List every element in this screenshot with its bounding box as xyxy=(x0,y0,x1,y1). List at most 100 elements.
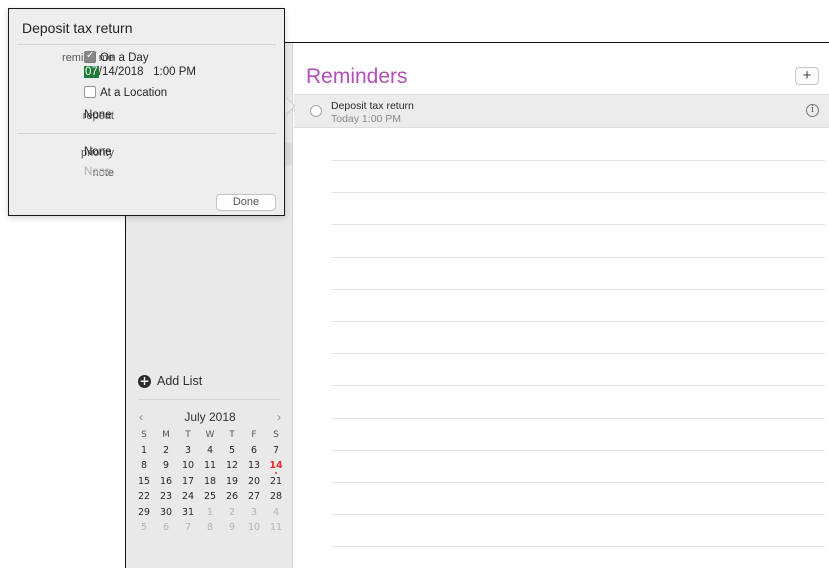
empty-row-divider xyxy=(331,192,825,194)
calendar-day[interactable]: 28 xyxy=(265,491,287,502)
repeat-value[interactable]: None xyxy=(84,109,112,121)
weekday-label: T xyxy=(229,429,235,440)
calendar-day[interactable]: 8 xyxy=(133,460,155,471)
calendar-week-row: 1234567 xyxy=(133,443,287,459)
empty-row-divider xyxy=(331,353,825,355)
calendar-day-outside-month[interactable]: 4 xyxy=(265,507,287,518)
reminder-row[interactable]: Deposit tax return Today 1:00 PM i xyxy=(294,94,829,128)
weekday-label: S xyxy=(273,429,279,440)
calendar-day-outside-month[interactable]: 5 xyxy=(133,522,155,533)
reminder-detail-popover: Deposit tax return remind me On a Day 07… xyxy=(8,8,285,216)
weekday-label: T xyxy=(185,429,191,440)
calendar-week-row: 5 6 7 8 9 10 11 xyxy=(133,520,287,536)
calendar-day-today[interactable]: 14 xyxy=(265,460,287,475)
calendar-week-row: 8 9 10 11 12 13 14 xyxy=(133,458,287,475)
reminder-list-pane: Reminders + Deposit tax return Today 1:0… xyxy=(294,43,829,568)
calendar-day[interactable]: 1 xyxy=(133,445,155,456)
calendar-day[interactable]: 25 xyxy=(199,491,221,502)
calendar-day[interactable]: 23 xyxy=(155,491,177,502)
calendar-day[interactable]: 29 xyxy=(133,507,155,518)
calendar-day[interactable]: 18 xyxy=(199,476,221,487)
calendar-day[interactable]: 31 xyxy=(177,507,199,518)
on-a-day-option[interactable]: On a Day xyxy=(84,50,149,64)
calendar-day-outside-month[interactable]: 11 xyxy=(265,522,287,533)
calendar-day[interactable]: 2 xyxy=(155,445,177,456)
add-reminder-button[interactable]: + xyxy=(795,67,819,85)
calendar-day[interactable]: 3 xyxy=(177,445,199,456)
info-icon[interactable]: i xyxy=(806,104,819,117)
calendar-day[interactable]: 13 xyxy=(243,460,265,471)
calendar-day[interactable]: 11 xyxy=(199,460,221,471)
reminder-complete-checkbox[interactable] xyxy=(310,105,322,117)
weekday-label: S xyxy=(141,429,147,440)
calendar-day[interactable]: 20 xyxy=(243,476,265,487)
time-segment[interactable]: 1:00 PM xyxy=(153,66,196,78)
calendar-week-row: 29 30 31 1 2 3 4 xyxy=(133,505,287,521)
date-time-field[interactable]: 07/14/2018 1:00 PM xyxy=(84,66,196,78)
mini-calendar: ‹ July 2018 › S M T W T F S 1 2 3 4 5 6 7 8 9 10 11 12 13 14… xyxy=(133,407,287,536)
calendar-day[interactable]: 9 xyxy=(155,460,177,471)
divider xyxy=(138,399,280,400)
popover-title[interactable]: Deposit tax return xyxy=(22,20,133,36)
calendar-day-outside-month[interactable]: 9 xyxy=(221,522,243,533)
calendar-day-outside-month[interactable]: 10 xyxy=(243,522,265,533)
reminder-title[interactable]: Deposit tax return xyxy=(331,100,414,112)
on-a-day-checkbox[interactable] xyxy=(84,50,96,63)
calendar-day-outside-month[interactable]: 1 xyxy=(199,507,221,518)
calendar-day[interactable]: 15 xyxy=(133,476,155,487)
on-a-day-label: On a Day xyxy=(100,52,149,64)
calendar-grid: S M T W T F S 1 2 3 4 5 6 7 8 9 10 11 12 13 14 15 16 17 18 19 20 21… xyxy=(133,427,287,536)
calendar-day-outside-month[interactable]: 3 xyxy=(243,507,265,518)
empty-row-divider xyxy=(331,546,825,548)
empty-row-divider xyxy=(331,256,825,258)
done-button[interactable]: Done xyxy=(216,194,276,211)
calendar-day[interactable]: 26 xyxy=(221,491,243,502)
list-title: Reminders xyxy=(306,65,408,88)
add-list-label: Add List xyxy=(157,374,203,388)
weekday-label: F xyxy=(251,429,257,440)
calendar-day[interactable]: 27 xyxy=(243,491,265,502)
calendar-day-outside-month[interactable]: 7 xyxy=(177,522,199,533)
weekday-header-row: SMTWTFS xyxy=(133,427,287,443)
at-a-location-label: At a Location xyxy=(100,87,168,99)
empty-row-divider xyxy=(331,321,825,322)
divider xyxy=(17,44,276,45)
calendar-day[interactable]: 7 xyxy=(265,445,287,456)
priority-value[interactable]: None xyxy=(84,146,112,158)
calendar-week-row: 22 23 24 25 26 27 28 xyxy=(133,489,287,505)
empty-row-divider xyxy=(331,288,825,290)
note-field[interactable]: None xyxy=(84,166,112,178)
add-list-button[interactable]: + Add List xyxy=(138,374,202,388)
reminder-due-date: Today 1:00 PM xyxy=(331,113,402,125)
empty-row-divider xyxy=(331,514,825,516)
at-a-location-checkbox[interactable] xyxy=(84,86,96,98)
previous-month-chevron-icon[interactable]: ‹ xyxy=(139,410,143,424)
calendar-day-outside-month[interactable]: 6 xyxy=(155,522,177,533)
calendar-day[interactable]: 12 xyxy=(221,460,243,471)
calendar-day[interactable]: 10 xyxy=(177,460,199,471)
calendar-day[interactable]: 16 xyxy=(155,476,177,487)
at-a-location-option[interactable]: At a Location xyxy=(84,86,167,99)
calendar-day[interactable]: 22 xyxy=(133,491,155,502)
empty-row-divider xyxy=(331,482,825,483)
date-day-year-segment[interactable]: /14/2018 xyxy=(99,66,144,78)
calendar-day-outside-month[interactable]: 2 xyxy=(221,507,243,518)
calendar-day[interactable]: 5 xyxy=(221,445,243,456)
calendar-day[interactable]: 21 xyxy=(265,476,287,487)
calendar-day[interactable]: 4 xyxy=(199,445,221,456)
next-month-chevron-icon[interactable]: › xyxy=(277,410,281,424)
calendar-day[interactable]: 30 xyxy=(155,507,177,518)
calendar-day[interactable]: 17 xyxy=(177,476,199,487)
empty-row-divider xyxy=(331,224,825,226)
calendar-day[interactable]: 19 xyxy=(221,476,243,487)
empty-row-divider xyxy=(331,449,825,451)
empty-row-divider xyxy=(331,385,825,387)
add-circle-icon: + xyxy=(138,373,151,388)
calendar-week-row: 15 16 17 18 19 20 21 xyxy=(133,474,287,490)
calendar-day-outside-month[interactable]: 8 xyxy=(199,522,221,533)
calendar-day[interactable]: 6 xyxy=(243,445,265,456)
empty-row-divider xyxy=(331,417,825,419)
calendar-header: ‹ July 2018 › xyxy=(133,407,287,427)
date-month-segment[interactable]: 07 xyxy=(84,66,99,78)
calendar-day[interactable]: 24 xyxy=(177,491,199,502)
